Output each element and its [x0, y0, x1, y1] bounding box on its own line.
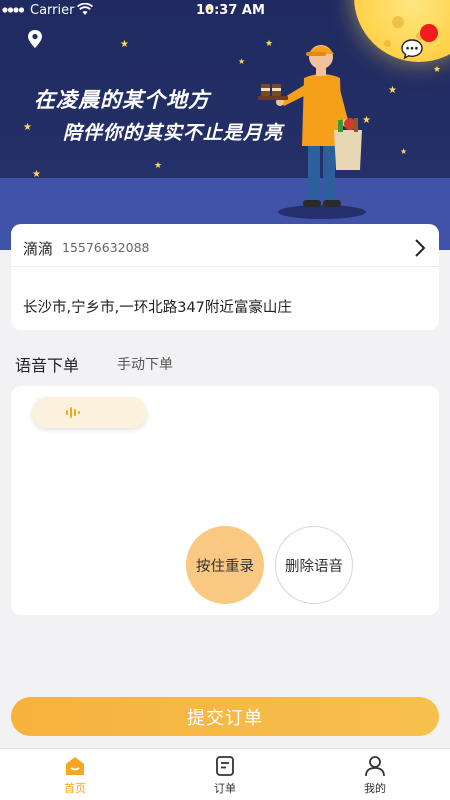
tab-home[interactable]: 首页: [45, 755, 105, 799]
location-pin-icon[interactable]: [26, 29, 44, 49]
delivery-address: 长沙市,宁乡市,一环北路347附近富豪山庄: [23, 300, 292, 316]
tab-orders-label: 订单: [214, 782, 236, 795]
order-icon: [216, 756, 234, 776]
star-icon: ★: [400, 147, 408, 156]
tab-home-label: 首页: [64, 782, 86, 795]
tab-mine[interactable]: 我的: [345, 755, 405, 799]
star-icon: ★: [120, 39, 129, 50]
chevron-right-icon[interactable]: [413, 238, 427, 258]
star-icon: ★: [154, 161, 163, 171]
address-card[interactable]: 滴滴 15576632088 长沙市,宁乡市,一环北路347附近富豪山庄: [11, 224, 439, 330]
contact-name: 滴滴: [23, 240, 54, 258]
star-icon: ★: [238, 57, 246, 66]
tab-manual-order[interactable]: 手动下单: [117, 354, 173, 374]
wifi-icon: [77, 3, 93, 15]
star-icon: ★: [433, 65, 442, 75]
tab-orders[interactable]: 订单: [195, 755, 255, 799]
sound-wave-icon: [66, 407, 80, 418]
hero-banner: ★ ★ ★ ★ ★ ★ ★ ★ ★ ★ ★ ★ Carrier 10:37 AM: [0, 0, 450, 250]
signal-icon: [2, 7, 24, 13]
delete-voice-button[interactable]: 删除语音: [275, 526, 353, 604]
submit-order-button[interactable]: 提交订单: [11, 697, 439, 736]
courier-illustration: [258, 45, 366, 219]
contact-phone: 15576632088: [62, 240, 150, 255]
star-icon: ★: [388, 85, 397, 96]
bottom-tab-bar: 首页 订单 我的: [0, 748, 450, 800]
voice-order-panel: 按住重录 删除语音: [11, 386, 439, 615]
home-icon: [66, 757, 84, 775]
star-icon: ★: [23, 122, 32, 133]
hold-to-rerecord-button[interactable]: 按住重录: [186, 526, 264, 604]
voice-message-bubble[interactable]: [32, 397, 147, 428]
divider: [11, 266, 439, 267]
star-icon: ★: [32, 169, 41, 180]
chat-bubble-icon[interactable]: [400, 38, 424, 60]
profile-icon: [365, 756, 385, 777]
tab-voice-order[interactable]: 语音下单: [15, 352, 79, 376]
carrier-label: Carrier: [30, 3, 75, 18]
status-time: 10:37 AM: [196, 3, 265, 18]
status-bar: Carrier 10:37 AM: [0, 0, 450, 22]
tab-mine-label: 我的: [364, 782, 386, 795]
hero-slogan-line1: 在凌晨的某个地方: [34, 88, 210, 112]
